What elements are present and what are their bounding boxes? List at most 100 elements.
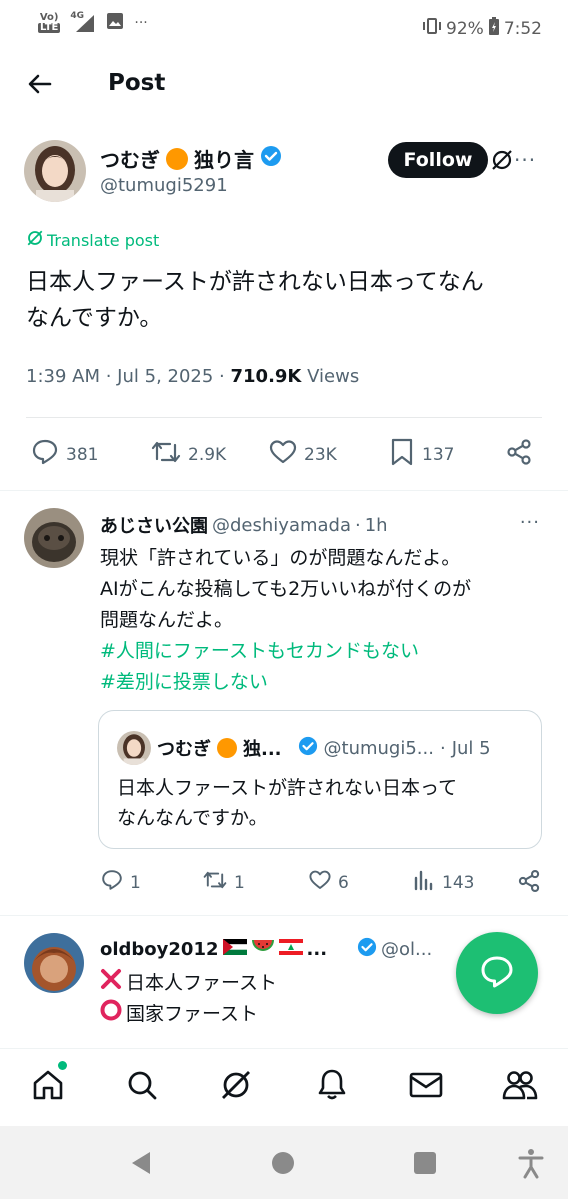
quoted-author-name: つむぎ	[157, 739, 211, 760]
analytics-icon	[412, 868, 436, 897]
repost-button[interactable]: 2.9K	[150, 437, 226, 472]
reply-actions: 1 1 6 143	[100, 868, 544, 898]
bottom-navigation	[0, 1048, 568, 1122]
system-back-icon[interactable]	[124, 1146, 158, 1180]
reply-avatar[interactable]	[24, 508, 84, 568]
reply-share-button[interactable]	[516, 868, 542, 899]
post-header: Post	[0, 58, 568, 112]
author-handle[interactable]: @tumugi5291	[100, 175, 228, 196]
views-count[interactable]: 710.9K	[231, 366, 302, 387]
heart-icon	[268, 437, 298, 472]
like-button[interactable]: 23K	[268, 437, 337, 472]
watermelon-icon	[251, 938, 275, 961]
notification-dot	[58, 1061, 67, 1070]
reply-author-handle[interactable]: @ol...	[381, 939, 432, 960]
system-home-icon[interactable]	[266, 1146, 300, 1180]
post-text: 日本人ファーストが許されない日本ってなん なんですか。	[26, 269, 484, 331]
reply-time: 1h	[364, 514, 388, 536]
reply-text-line: 現状「許されている」のが問題なんだよ。	[100, 547, 461, 569]
grok-icon[interactable]	[490, 148, 514, 176]
gallery-icon	[106, 12, 124, 33]
page-title: Post	[108, 70, 166, 96]
reply-header: oldboy2012 ... @ol...	[100, 937, 433, 962]
share-button[interactable]	[504, 437, 534, 472]
back-arrow-icon[interactable]	[24, 68, 56, 100]
lebanon-flag-icon	[278, 939, 303, 960]
quoted-author-handle: @tumugi5...	[323, 737, 434, 759]
more-options-icon[interactable]: ···	[514, 148, 536, 172]
circle-mark-icon	[100, 999, 122, 1026]
compose-reply-button[interactable]	[456, 932, 538, 1014]
divider	[26, 417, 542, 418]
reply-views-button[interactable]: 143	[412, 868, 474, 897]
reply-more-icon[interactable]: ···	[520, 512, 540, 533]
hashtag-link[interactable]: #人間にファーストもセカンドもない	[100, 636, 419, 663]
repost-icon	[202, 868, 228, 897]
home-icon	[30, 1067, 66, 1107]
clock: 7:52	[503, 18, 542, 39]
system-navigation-bar	[0, 1126, 568, 1199]
reply-text-line: 日本人ファースト	[100, 968, 277, 995]
reply-text-line: 問題なんだよ。	[100, 609, 234, 631]
reply-reply-button[interactable]: 1	[100, 868, 141, 897]
nav-communities[interactable]	[500, 1067, 540, 1107]
verified-badge-icon	[260, 145, 282, 172]
reply-button[interactable]: 381	[30, 437, 98, 472]
verified-badge-icon	[357, 937, 377, 962]
reply-tweet[interactable]: あじさい公園 @deshiyamada · 1h ··· 現状「許されている」の…	[0, 490, 568, 915]
quoted-post-header: つむぎ 独... @tumugi5... · Jul 5	[117, 731, 491, 765]
quoted-post-text: 日本人ファーストが許されない日本って なんなんですか。	[117, 777, 458, 829]
orange-circle-emoji	[166, 147, 188, 170]
post-author: つむぎ 独り言 @tumugi5291 Follow ···	[24, 140, 544, 202]
nav-notifications[interactable]	[312, 1067, 352, 1107]
author-name[interactable]: つむぎ 独り言	[100, 144, 282, 173]
reply-text-line: AIがこんな投稿しても2万いいねが付くのが	[100, 578, 472, 600]
reply-icon	[30, 437, 60, 472]
author-avatar[interactable]	[24, 140, 86, 202]
reply-author-handle[interactable]: @deshiyamada	[212, 515, 351, 536]
signal-icon: 4G	[70, 11, 96, 33]
nav-search[interactable]	[122, 1067, 162, 1107]
status-more-indicator: ···	[134, 14, 148, 31]
reply-header: あじさい公園 @deshiyamada · 1h	[100, 512, 388, 538]
reply-avatar[interactable]	[24, 933, 84, 993]
quoted-post-date: Jul 5	[451, 737, 491, 759]
translate-post-link[interactable]: Translate post	[26, 229, 159, 251]
reply-text-line: 国家ファースト	[100, 999, 258, 1026]
vibrate-icon	[422, 18, 442, 39]
nav-grok[interactable]	[216, 1067, 256, 1107]
share-icon	[516, 868, 542, 899]
battery-percent: 92%	[446, 18, 484, 39]
mail-icon	[408, 1069, 444, 1105]
reply-author-name[interactable]: あじさい公園	[100, 512, 208, 538]
palestine-flag-icon	[222, 939, 247, 960]
quoted-author-avatar	[117, 731, 151, 765]
reply-author-name[interactable]: oldboy2012	[100, 939, 219, 960]
accessibility-icon[interactable]	[514, 1146, 548, 1180]
cross-mark-icon	[100, 968, 122, 995]
volte-indicator: Vo) LTE	[38, 11, 61, 33]
views-label: Views	[307, 366, 360, 387]
chat-bubble-icon	[477, 951, 517, 995]
post-time: 1:39 AM	[26, 366, 100, 387]
orange-circle-emoji	[217, 738, 237, 758]
quoted-post[interactable]: つむぎ 独... @tumugi5... · Jul 5 日本人ファーストが許さ…	[98, 710, 542, 849]
nav-messages[interactable]	[406, 1067, 446, 1107]
verified-badge-icon	[298, 736, 318, 761]
system-recents-icon[interactable]	[408, 1146, 442, 1180]
reply-icon	[100, 868, 124, 897]
reply-repost-button[interactable]: 1	[202, 868, 245, 897]
grok-translate-icon	[26, 229, 44, 251]
communities-icon	[501, 1067, 539, 1107]
share-icon	[504, 437, 534, 472]
bookmark-button[interactable]: 137	[388, 437, 454, 472]
battery-icon	[488, 16, 500, 41]
bell-icon	[315, 1067, 349, 1107]
reply-like-button[interactable]: 6	[308, 868, 349, 897]
follow-button[interactable]: Follow	[388, 142, 488, 178]
hashtag-link[interactable]: #差別に投票しない	[100, 667, 268, 694]
heart-icon	[308, 868, 332, 897]
post-actions: 381 2.9K 23K 137	[30, 437, 542, 473]
nav-home[interactable]	[28, 1061, 68, 1107]
bookmark-icon	[388, 437, 416, 472]
